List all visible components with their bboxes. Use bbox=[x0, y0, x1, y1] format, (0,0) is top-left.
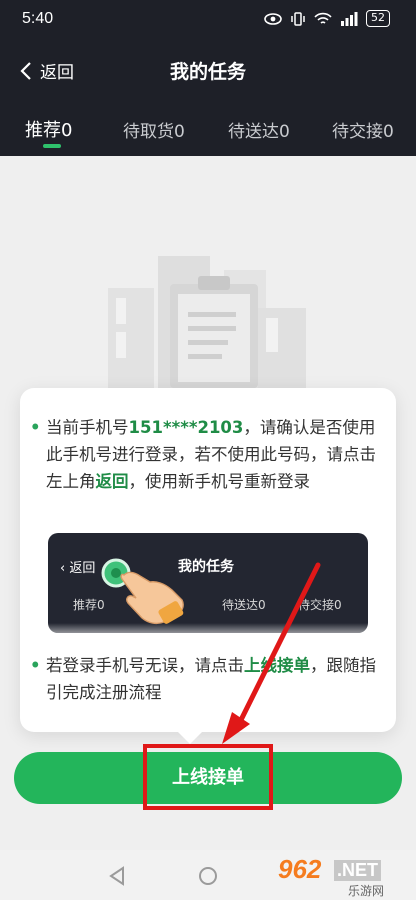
watermark-site-name: 乐游网 bbox=[348, 884, 385, 898]
site-watermark: 962 .NET 乐游网 bbox=[270, 854, 410, 898]
watermark-net: .NET bbox=[334, 860, 382, 881]
home-circle-icon[interactable] bbox=[198, 866, 218, 886]
annotation-arrow bbox=[222, 562, 321, 744]
back-triangle-icon[interactable] bbox=[108, 866, 126, 886]
watermark-number: 962 bbox=[278, 854, 322, 884]
